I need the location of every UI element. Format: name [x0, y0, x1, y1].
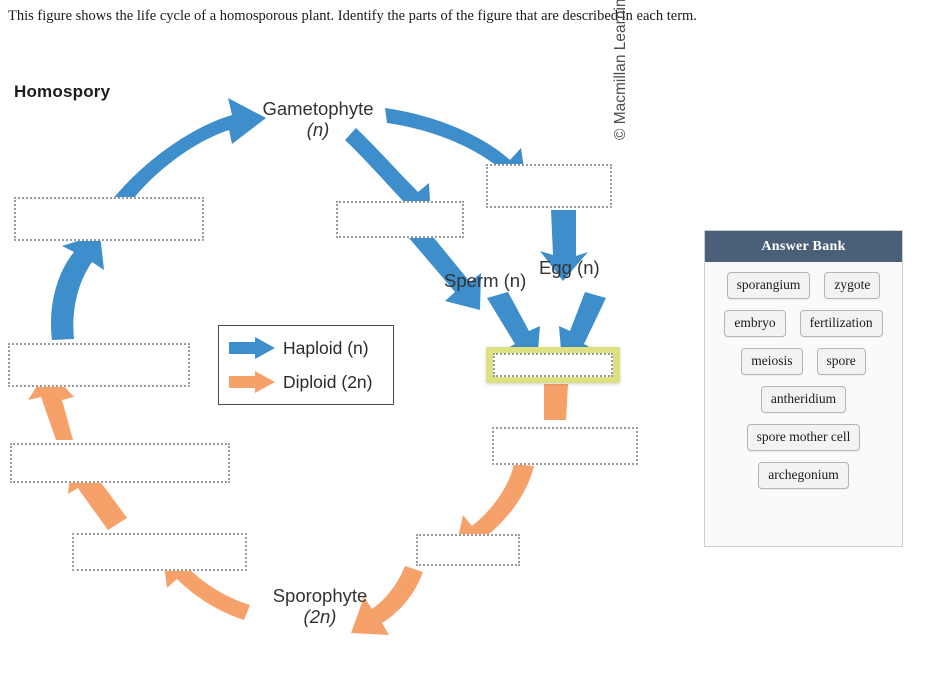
arrow-haploid-to-gametophyte	[112, 98, 266, 206]
answer-chip-fertilization[interactable]: fertilization	[799, 310, 883, 337]
drop-box-lower-left[interactable]	[10, 443, 230, 483]
answer-bank-row: spore mother cell	[711, 424, 896, 451]
label-gametophyte-ploidy: (n)	[306, 119, 330, 140]
label-sperm: Sperm (n)	[444, 270, 527, 291]
answer-chip-meiosis[interactable]: meiosis	[741, 348, 803, 375]
answer-bank-row: antheridium	[711, 386, 896, 413]
answer-chip-archegonium[interactable]: archegonium	[758, 462, 849, 489]
answer-chip-spore-mother-cell[interactable]: spore mother cell	[746, 424, 861, 451]
ploidy-legend: Haploid (n) Diploid (2n)	[218, 325, 394, 405]
label-gametophyte-text: Gametophyte	[262, 98, 374, 119]
drop-box-mid-left[interactable]	[8, 343, 190, 387]
drop-box-bottom-right[interactable]	[416, 534, 520, 566]
answer-bank-body: sporangium zygote embryo fertilization meios…	[705, 262, 902, 506]
legend-row-haploid: Haploid (n)	[229, 333, 369, 363]
label-egg: Egg (n)	[539, 257, 600, 278]
life-cycle-figure: .hap { fill: #3e8ecb; } .dip { fill: #f6…	[0, 0, 670, 660]
answer-bank-row: meiosis spore	[711, 348, 896, 375]
answer-bank-row: sporangium zygote	[711, 272, 896, 299]
label-sporophyte-ploidy: (2n)	[303, 606, 337, 627]
answer-bank-row: archegonium	[711, 462, 896, 489]
drop-box-antheridium[interactable]	[336, 201, 464, 238]
arrow-haploid-spore-up	[50, 234, 104, 340]
answer-chip-embryo[interactable]: embryo	[724, 310, 786, 337]
arrow-diploid-zygote-to-embryo	[544, 384, 568, 420]
figure-title: Homospory	[14, 82, 111, 101]
legend-label-diploid: Diploid (2n)	[283, 371, 373, 392]
answer-chip-antheridium[interactable]: antheridium	[760, 386, 847, 413]
diploid-arrow-icon	[229, 371, 275, 393]
label-gametophyte: Gametophyte (n)	[252, 98, 384, 140]
drop-box-upper-left[interactable]	[14, 197, 204, 241]
legend-row-diploid: Diploid (2n)	[229, 367, 372, 397]
label-sporophyte: Sporophyte (2n)	[258, 585, 382, 627]
drop-box-zygote[interactable]	[486, 347, 620, 383]
drop-box-archegonium[interactable]	[486, 164, 612, 208]
drop-box-bottom-left[interactable]	[72, 533, 247, 571]
drop-box-embryo[interactable]	[492, 427, 638, 465]
answer-bank-title: Answer Bank	[705, 231, 902, 262]
answer-chip-spore[interactable]: spore	[816, 348, 866, 375]
drop-box-zygote-inner	[493, 353, 613, 377]
legend-label-haploid: Haploid (n)	[283, 337, 369, 358]
copyright-notice: © Macmillan Learning	[612, 0, 629, 140]
question-prompt: This figure shows the life cycle of a ho…	[8, 8, 697, 24]
answer-chip-sporangium[interactable]: sporangium	[726, 272, 811, 299]
answer-bank-panel: Answer Bank sporangium zygote embryo fertil…	[704, 230, 903, 547]
label-sporophyte-text: Sporophyte	[272, 585, 368, 606]
answer-bank-row: embryo fertilization	[711, 310, 896, 337]
haploid-arrow-icon	[229, 337, 275, 359]
answer-chip-zygote[interactable]: zygote	[824, 272, 881, 299]
